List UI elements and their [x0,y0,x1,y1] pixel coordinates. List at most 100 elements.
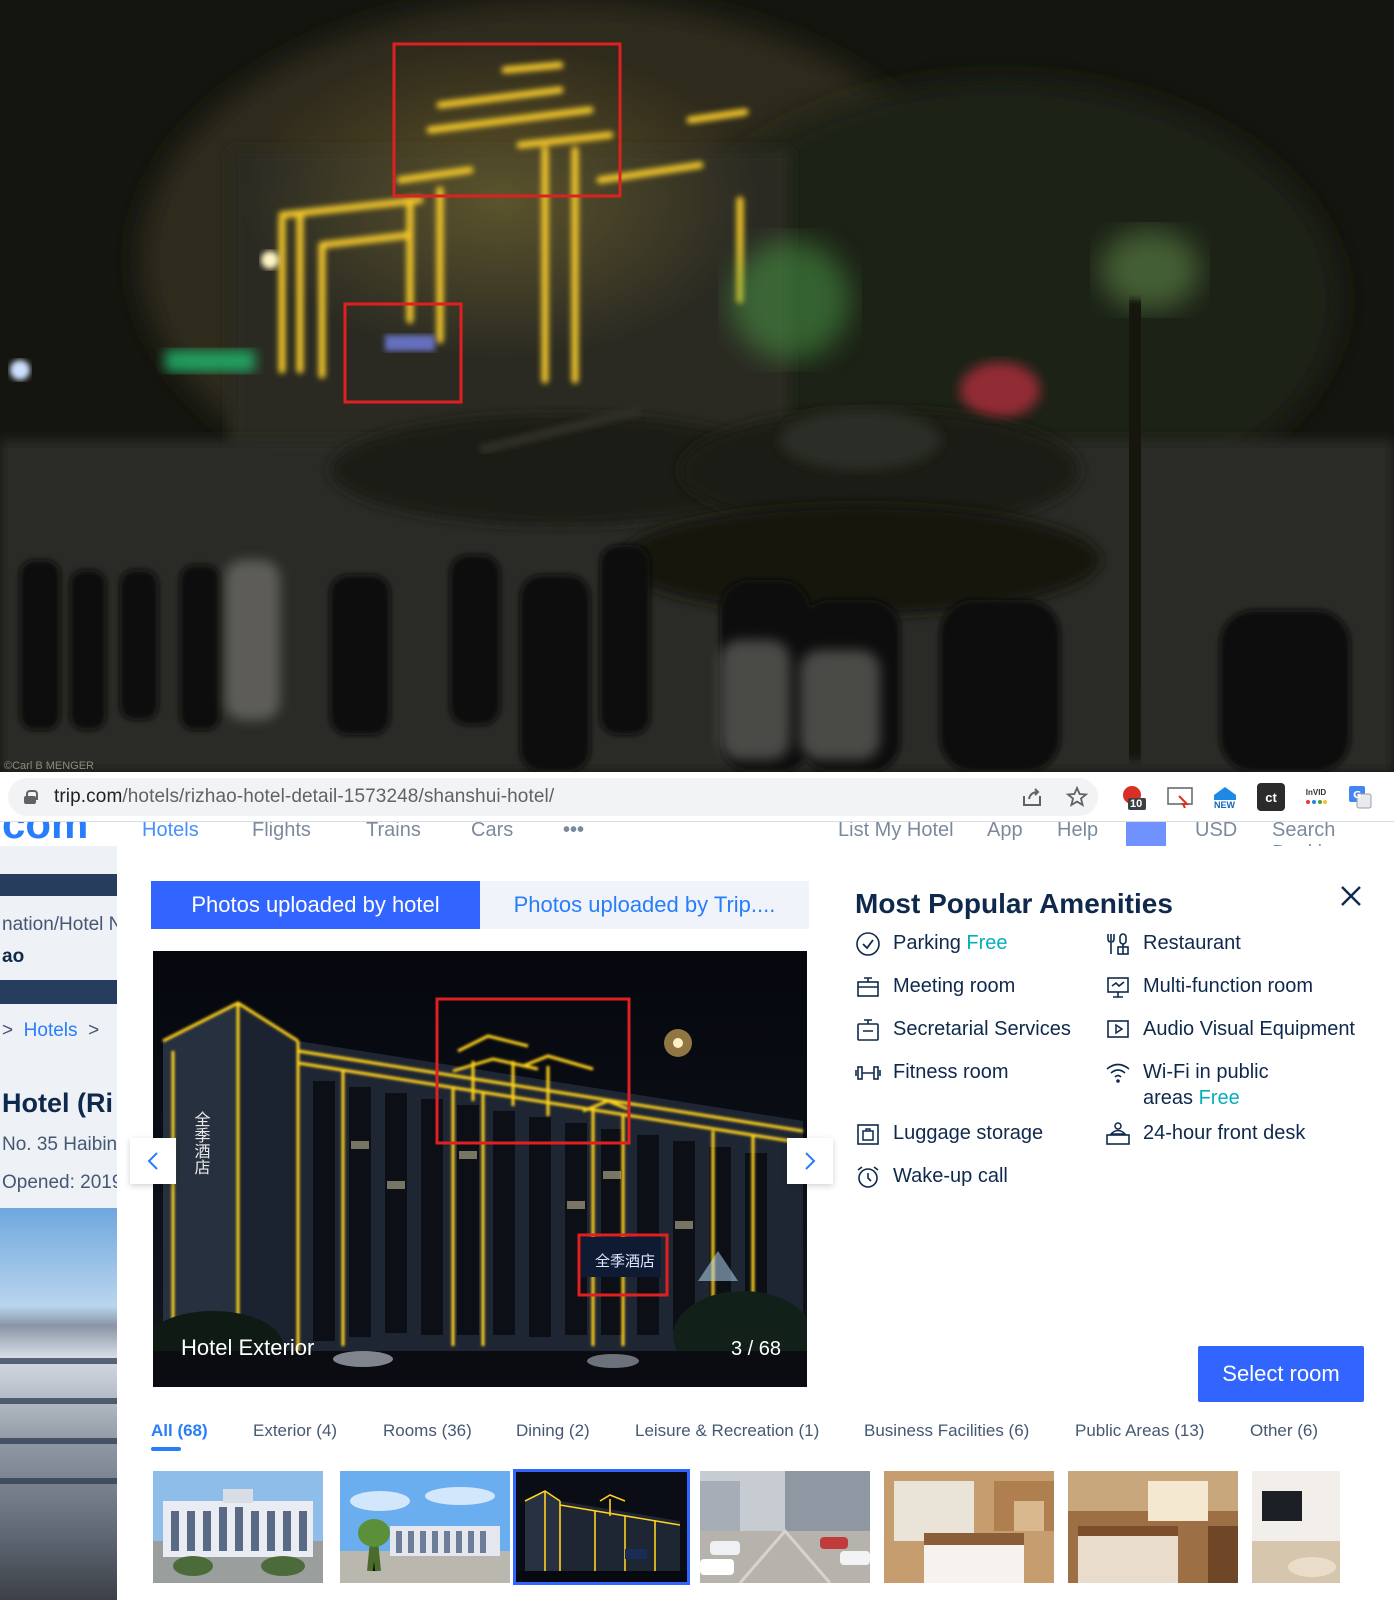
nav-help[interactable]: Help [1057,822,1098,842]
thumbnail-1[interactable] [153,1471,323,1583]
extension-new-icon[interactable]: NEW [1211,783,1239,811]
audio-visual-icon [1107,1020,1129,1038]
amenity-wifi: Wi-Fi in public areas Free [1105,1059,1269,1111]
amenity-fitness: Fitness room [855,1059,1009,1086]
nav-currency[interactable]: USD [1195,822,1237,842]
extension-translate-icon[interactable]: G [1346,783,1374,811]
main-photo[interactable]: 全季酒店 全季酒店 Hotel Exterior 3 / 68 [153,951,807,1387]
hotel-exterior-illustration: 全季酒店 全季酒店 [153,951,807,1387]
extension-new-label: NEW [1214,800,1235,810]
photo-gallery-modal: Photos uploaded by hotel Photos uploaded… [117,846,1394,1600]
thumbnail-6[interactable] [1068,1471,1238,1583]
nav-app[interactable]: App [987,822,1023,842]
previous-photo-button[interactable] [130,1138,176,1184]
amenity-front-desk: 24-hour front desk [1105,1120,1305,1147]
nav-flights[interactable]: Flights [252,822,311,842]
free-badge: Free [966,932,1008,954]
chevron-right-icon [805,1152,816,1170]
night-video-frame: ©Carl B MENGER [0,0,1394,772]
tab-photos-by-hotel[interactable]: Photos uploaded by hotel [151,881,480,929]
amenities-title: Most Popular Amenities [855,888,1173,919]
breadcrumb-sub: ao [2,946,25,967]
thumbnail-2[interactable] [340,1471,510,1583]
restaurant-icon [1107,933,1129,955]
tab-photos-by-trip[interactable]: Photos uploaded by Trip.... [480,881,809,929]
amenity-luggage: Luggage storage [855,1120,1043,1147]
extension-adblock-icon[interactable]: 10 [1120,783,1148,811]
breadcrumb-top: nation/Hotel N [2,914,117,935]
hotel-address: No. 35 Haibin [2,1134,117,1155]
extension-invid-icon[interactable]: InVID [1302,783,1330,811]
nav-more[interactable]: ••• [563,822,584,842]
browser-address-bar: trip.com/hotels/rizhao-hotel-detail-1573… [0,772,1394,822]
amenity-label: Meeting room [893,975,1016,997]
amenity-label: Fitness room [893,1061,1009,1083]
parking-check-icon [856,932,880,956]
category-tab-business[interactable]: Business Facilities (6) [864,1421,1029,1441]
amenity-secretarial: Secretarial Services [855,1016,1071,1043]
multi-function-room-icon [1107,977,1129,998]
amenity-label: Parking [893,932,961,954]
behind-hotel-photo [0,1208,117,1600]
url-field[interactable]: trip.com/hotels/rizhao-hotel-detail-1573… [8,778,1098,816]
amenity-audio-visual: Audio Visual Equipment [1105,1016,1355,1043]
photo-counter: 3 / 68 [730,1338,781,1360]
amenity-wake-up-call: Wake-up call [855,1163,1008,1190]
select-room-button[interactable]: Select room [1198,1346,1364,1402]
photo-watermark: ©Carl B MENGER [4,760,95,772]
close-icon[interactable] [1337,882,1365,910]
share-icon[interactable] [1020,785,1044,809]
photo-detail [0,1438,117,1444]
hotel-name: Hotel (Ri [2,1088,113,1118]
amenity-restaurant: Restaurant [1105,930,1241,957]
site-navigation: com Hotels Flights Trains Cars ••• List … [0,822,1394,846]
amenity-label: Restaurant [1143,932,1241,954]
amenity-label: Audio Visual Equipment [1143,1018,1355,1040]
thumbnail-4[interactable] [700,1471,870,1583]
fitness-icon [855,1066,881,1080]
nav-search-bookings[interactable]: Search Bookin [1272,822,1394,846]
secretarial-icon [857,1019,879,1041]
extension-ct-icon[interactable]: ct [1257,783,1285,811]
amenity-parking: Parking Free [855,930,1008,957]
luggage-icon [857,1124,879,1145]
category-tab-leisure[interactable]: Leisure & Recreation (1) [635,1421,819,1441]
alarm-clock-icon [857,1166,879,1188]
url-text[interactable]: trip.com/hotels/rizhao-hotel-detail-1573… [54,786,554,808]
thumbnail-7[interactable] [1252,1471,1340,1583]
bookmark-star-icon[interactable] [1065,785,1089,809]
extension-parse-icon[interactable] [1166,783,1194,811]
url-host: trip.com [54,786,123,807]
next-photo-button[interactable] [787,1138,833,1184]
amenity-label: Secretarial Services [893,1018,1071,1040]
nav-hotels[interactable]: Hotels [142,822,199,842]
thumbnail-3[interactable] [513,1469,690,1585]
nav-cars[interactable]: Cars [471,822,513,842]
globe-icon[interactable] [1126,822,1166,846]
category-tab-other[interactable]: Other (6) [1250,1421,1318,1441]
free-badge: Free [1198,1087,1240,1109]
lock-icon[interactable] [24,790,38,804]
hotel-opened: Opened: 2019 [2,1172,117,1193]
dark-band-2 [0,980,117,1004]
amenity-label: Luggage storage [893,1122,1044,1144]
breadcrumb-hotels-link[interactable]: Hotels [24,1020,78,1041]
photo-detail [0,1398,117,1404]
photo-detail [0,1478,117,1484]
category-tab-exterior[interactable]: Exterior (4) [253,1421,337,1441]
site-logo[interactable]: com [2,822,88,846]
nav-trains[interactable]: Trains [366,822,421,842]
amenity-multi-function-room: Multi-function room [1105,973,1313,1000]
category-tab-dining[interactable]: Dining (2) [516,1421,590,1441]
category-tab-all[interactable]: All (68) [151,1421,208,1441]
dark-band [0,874,117,896]
amenity-label: Multi-function room [1143,975,1314,997]
thumbnail-5[interactable] [884,1471,1054,1583]
category-tab-public-areas[interactable]: Public Areas (13) [1075,1421,1204,1441]
category-tab-rooms[interactable]: Rooms (36) [383,1421,472,1441]
amenity-label: Wake-up call [893,1165,1008,1187]
extension-invid-label: InVID [1305,787,1327,797]
amenity-label: Wi-Fi in public [1143,1061,1269,1083]
breadcrumb-separator-2: > [88,1020,100,1041]
nav-list-my-hotel[interactable]: List My Hotel [838,822,954,842]
